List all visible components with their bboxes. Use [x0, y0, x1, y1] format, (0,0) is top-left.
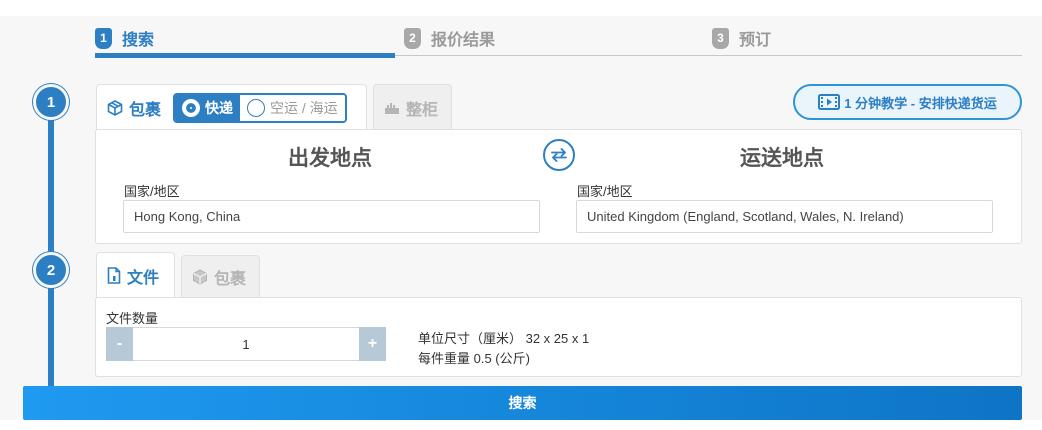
- destination-title: 运送地点: [740, 147, 824, 170]
- destination-country-label: 国家/地区: [577, 184, 633, 199]
- tab-label: 整柜: [406, 101, 439, 119]
- origin-country-label: 国家/地区: [124, 184, 180, 199]
- swap-arrows-icon: [550, 148, 568, 162]
- origin-title: 出发地点: [288, 147, 372, 170]
- tab-documents[interactable]: 文件: [96, 252, 175, 298]
- bottom-strip: [0, 420, 1042, 430]
- tab-parcel[interactable]: 包裹 快递 空运 / 海运: [96, 84, 367, 130]
- step-label: 预订: [739, 32, 772, 49]
- steps-active-bar: [95, 53, 395, 58]
- tab-label: 文件: [127, 269, 160, 287]
- box-icon: [192, 269, 208, 285]
- mode-air-sea-option[interactable]: 空运 / 海运: [240, 94, 345, 121]
- swap-locations-button[interactable]: [543, 139, 575, 171]
- timeline-dot-2: 2: [33, 252, 69, 288]
- radio-unselected: [247, 98, 266, 117]
- container-icon: [384, 101, 400, 115]
- timeline-line: [48, 103, 54, 393]
- tab-container[interactable]: 整柜: [373, 84, 452, 130]
- video-icon: [818, 94, 841, 110]
- tutorial-video-label: 1 分钟教学 - 安排快递货运: [844, 95, 997, 111]
- step-quote-results: 2 报价结果: [404, 26, 495, 50]
- box-icon: [107, 99, 123, 116]
- document-icon: [107, 267, 121, 284]
- shipping-mode-toggle[interactable]: 快递 空运 / 海运: [173, 92, 347, 123]
- top-strip: [0, 0, 1042, 16]
- unit-dimensions: 单位尺寸（厘米） 32 x 25 x 1: [418, 331, 590, 346]
- step-number: 3: [712, 27, 729, 49]
- search-button[interactable]: 搜索: [23, 386, 1022, 420]
- step-label: 搜索: [122, 32, 155, 49]
- mode-express-label: 快递: [205, 99, 234, 116]
- quantity-input[interactable]: 1: [133, 327, 359, 361]
- tutorial-video-button[interactable]: 1 分钟教学 - 安排快递货运: [793, 84, 1022, 120]
- radio-selected: [182, 98, 201, 117]
- step-number: 2: [404, 27, 421, 49]
- timeline-dot-1: 1: [33, 84, 69, 120]
- decrement-button[interactable]: -: [106, 327, 133, 361]
- step-progress: 1 搜索 2 报价结果 3 预订: [95, 22, 1022, 58]
- step-label: 报价结果: [431, 32, 496, 49]
- step-number: 1: [95, 27, 112, 49]
- destination-country-input[interactable]: United Kingdom (England, Scotland, Wales…: [576, 200, 993, 233]
- mode-express-option[interactable]: 快递: [175, 94, 241, 121]
- quantity-label: 文件数量: [106, 311, 159, 326]
- tab-label: 包裹: [129, 101, 162, 119]
- origin-country-input[interactable]: Hong Kong, China: [123, 200, 540, 233]
- step-search: 1 搜索: [95, 26, 154, 50]
- step-booking: 3 预订: [712, 26, 771, 50]
- increment-button[interactable]: +: [359, 327, 386, 361]
- tab-label: 包裹: [214, 271, 247, 288]
- mode-air-sea-label: 空运 / 海运: [270, 99, 338, 116]
- unit-weight: 每件重量 0.5 (公斤): [418, 351, 530, 366]
- tab-package-parcel[interactable]: 包裹: [181, 255, 260, 298]
- quantity-stepper[interactable]: - 1 +: [106, 327, 386, 361]
